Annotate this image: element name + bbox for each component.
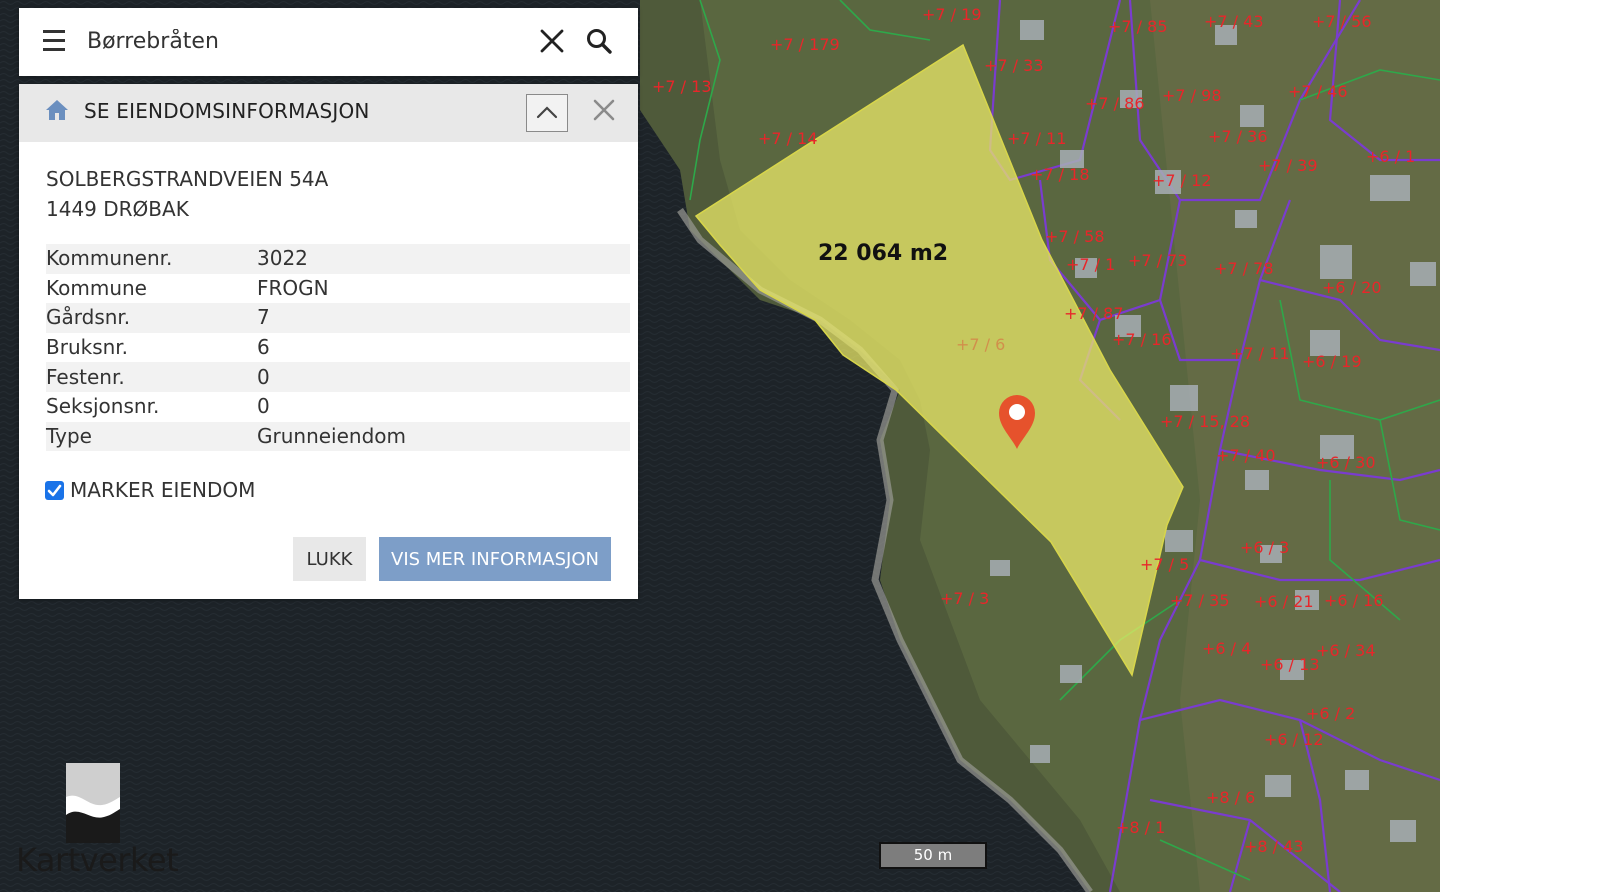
property-value: Grunneiendom — [257, 421, 630, 452]
plot-label: +7 / 33 — [984, 56, 1044, 75]
property-row: Bruksnr. 6 — [46, 333, 630, 363]
plot-label: +6 / 12 — [1264, 730, 1324, 749]
plot-label: +8 / 6 — [1206, 788, 1255, 807]
plot-label: +8 / 43 — [1244, 837, 1304, 856]
plot-label: +7 / 5 — [1140, 555, 1189, 574]
plot-label: +6 / 19 — [1302, 352, 1362, 371]
plot-label: +6 / 21 — [1254, 592, 1314, 611]
property-key: Gårdsnr. — [46, 303, 257, 333]
chevron-up-icon — [536, 106, 558, 119]
scale-label: 50 m — [913, 846, 953, 864]
plot-label: +7 / 16 — [1112, 330, 1172, 349]
plot-label: +7 / 73 — [1128, 251, 1188, 270]
selected-plot-label: +7 / 6 — [956, 335, 1005, 354]
plot-label: +7 / 13 — [652, 77, 712, 96]
property-key: Kommune — [46, 275, 147, 300]
property-row: Festenr. 0 — [46, 362, 630, 392]
property-key: Bruksnr. — [46, 335, 129, 360]
panel-title: SE EIENDOMSINFORMASJON — [84, 99, 370, 123]
checkbox-checked-icon[interactable] — [45, 480, 64, 500]
plot-label: +6 / 20 — [1322, 278, 1382, 297]
plot-label: +6 / 3 — [1240, 538, 1289, 557]
property-row: Kommunenr. 3022 — [46, 244, 630, 274]
search-icon[interactable] — [584, 26, 614, 56]
plot-label: +7 / 19 — [922, 5, 982, 24]
collapse-button[interactable] — [526, 94, 568, 132]
property-value: 7 — [257, 303, 630, 333]
plot-label: +7 / 35 — [1170, 591, 1230, 610]
panel-header: SE EIENDOMSINFORMASJON — [19, 84, 638, 142]
scale-bar: 50 m — [879, 842, 987, 869]
plot-label: +7 / 85 — [1108, 17, 1168, 36]
plot-label: +6 / 4 — [1202, 639, 1251, 658]
home-icon — [46, 100, 68, 120]
property-key: Festenr. — [46, 362, 257, 392]
plot-label: +7 / 46 — [1288, 82, 1348, 101]
property-value: 6 — [257, 335, 270, 360]
plot-label: +7 / 1 — [1066, 255, 1115, 274]
plot-label: +7 / 11 — [1230, 344, 1290, 363]
search-bar — [19, 8, 638, 76]
kartverket-logo-text: Kartverket — [16, 841, 179, 879]
plot-label: +7 / 179 — [770, 35, 840, 54]
address-street: SOLBERGSTRANDVEIEN 54A — [46, 167, 329, 191]
location-pin-icon[interactable] — [998, 394, 1036, 450]
menu-icon[interactable] — [43, 30, 65, 52]
plot-label: +7 / 14 — [758, 129, 818, 148]
property-row: Kommune FROGN — [46, 274, 630, 304]
plot-label: +7 / 43 — [1204, 12, 1264, 31]
property-key: Seksjonsnr. — [46, 394, 160, 419]
plot-label: +7 / 15, 28 — [1160, 412, 1250, 431]
plot-label: +7 / 12 — [1152, 171, 1212, 190]
marker-eiendom-label: MARKER EIENDOM — [70, 478, 256, 502]
plot-label: +7 / 78 — [1214, 259, 1274, 278]
kartverket-logo-icon — [66, 763, 120, 843]
plot-label: +7 / 3 — [940, 589, 989, 608]
clear-search-icon[interactable] — [537, 26, 567, 56]
marker-eiendom-checkbox[interactable]: MARKER EIENDOM — [45, 478, 255, 502]
plot-label: +7 / 58 — [1045, 227, 1105, 246]
plot-label: +7 / 87 — [1064, 304, 1124, 323]
plot-label: +7 / 40 — [1216, 446, 1276, 465]
plot-label: +6 / 30 — [1316, 453, 1376, 472]
property-address: SOLBERGSTRANDVEIEN 54A 1449 DRØBAK — [46, 164, 328, 224]
property-key: Type — [46, 421, 257, 452]
kartverket-logo: Kartverket — [16, 761, 186, 881]
search-input[interactable] — [87, 25, 507, 57]
area-label: 22 064 m2 — [818, 241, 949, 266]
property-info-panel: SE EIENDOMSINFORMASJON SOLBERGSTRANDVEIE… — [19, 84, 638, 599]
plot-label: +6 / 13 — [1260, 655, 1320, 674]
property-value: 3022 — [257, 244, 630, 274]
plot-label: +7 / 18 — [1030, 165, 1090, 184]
more-info-button[interactable]: VIS MER INFORMASJON — [379, 537, 611, 581]
plot-label: +7 / 11 — [1007, 129, 1067, 148]
plot-label: +6 / 1 — [1366, 147, 1415, 166]
address-postal: 1449 DRØBAK — [46, 197, 189, 221]
property-row: Type Grunneiendom — [46, 421, 630, 452]
plot-label: +6 / 34 — [1316, 641, 1376, 660]
plot-label: +7 / 86 — [1085, 94, 1145, 113]
property-value: 0 — [257, 362, 630, 392]
plot-label: +7 / 56 — [1312, 12, 1372, 31]
plot-label: +6 / 16 — [1324, 591, 1384, 610]
property-row: Gårdsnr. 7 — [46, 303, 630, 333]
property-row: Seksjonsnr. 0 — [46, 392, 630, 422]
property-value: FROGN — [257, 275, 329, 300]
plot-label: +6 / 2 — [1306, 704, 1355, 723]
plot-label: +7 / 39 — [1258, 156, 1318, 175]
plot-label: +8 / 1 — [1116, 818, 1165, 837]
close-icon[interactable] — [590, 96, 618, 124]
plot-label: +7 / 36 — [1208, 127, 1268, 146]
property-key: Kommunenr. — [46, 244, 257, 274]
close-button[interactable]: LUKK — [293, 537, 366, 581]
property-value: 0 — [257, 394, 270, 419]
plot-label: +7 / 98 — [1162, 86, 1222, 105]
property-table: Kommunenr. 3022 Kommune FROGN Gårdsnr. 7 Bruks… — [46, 244, 630, 452]
